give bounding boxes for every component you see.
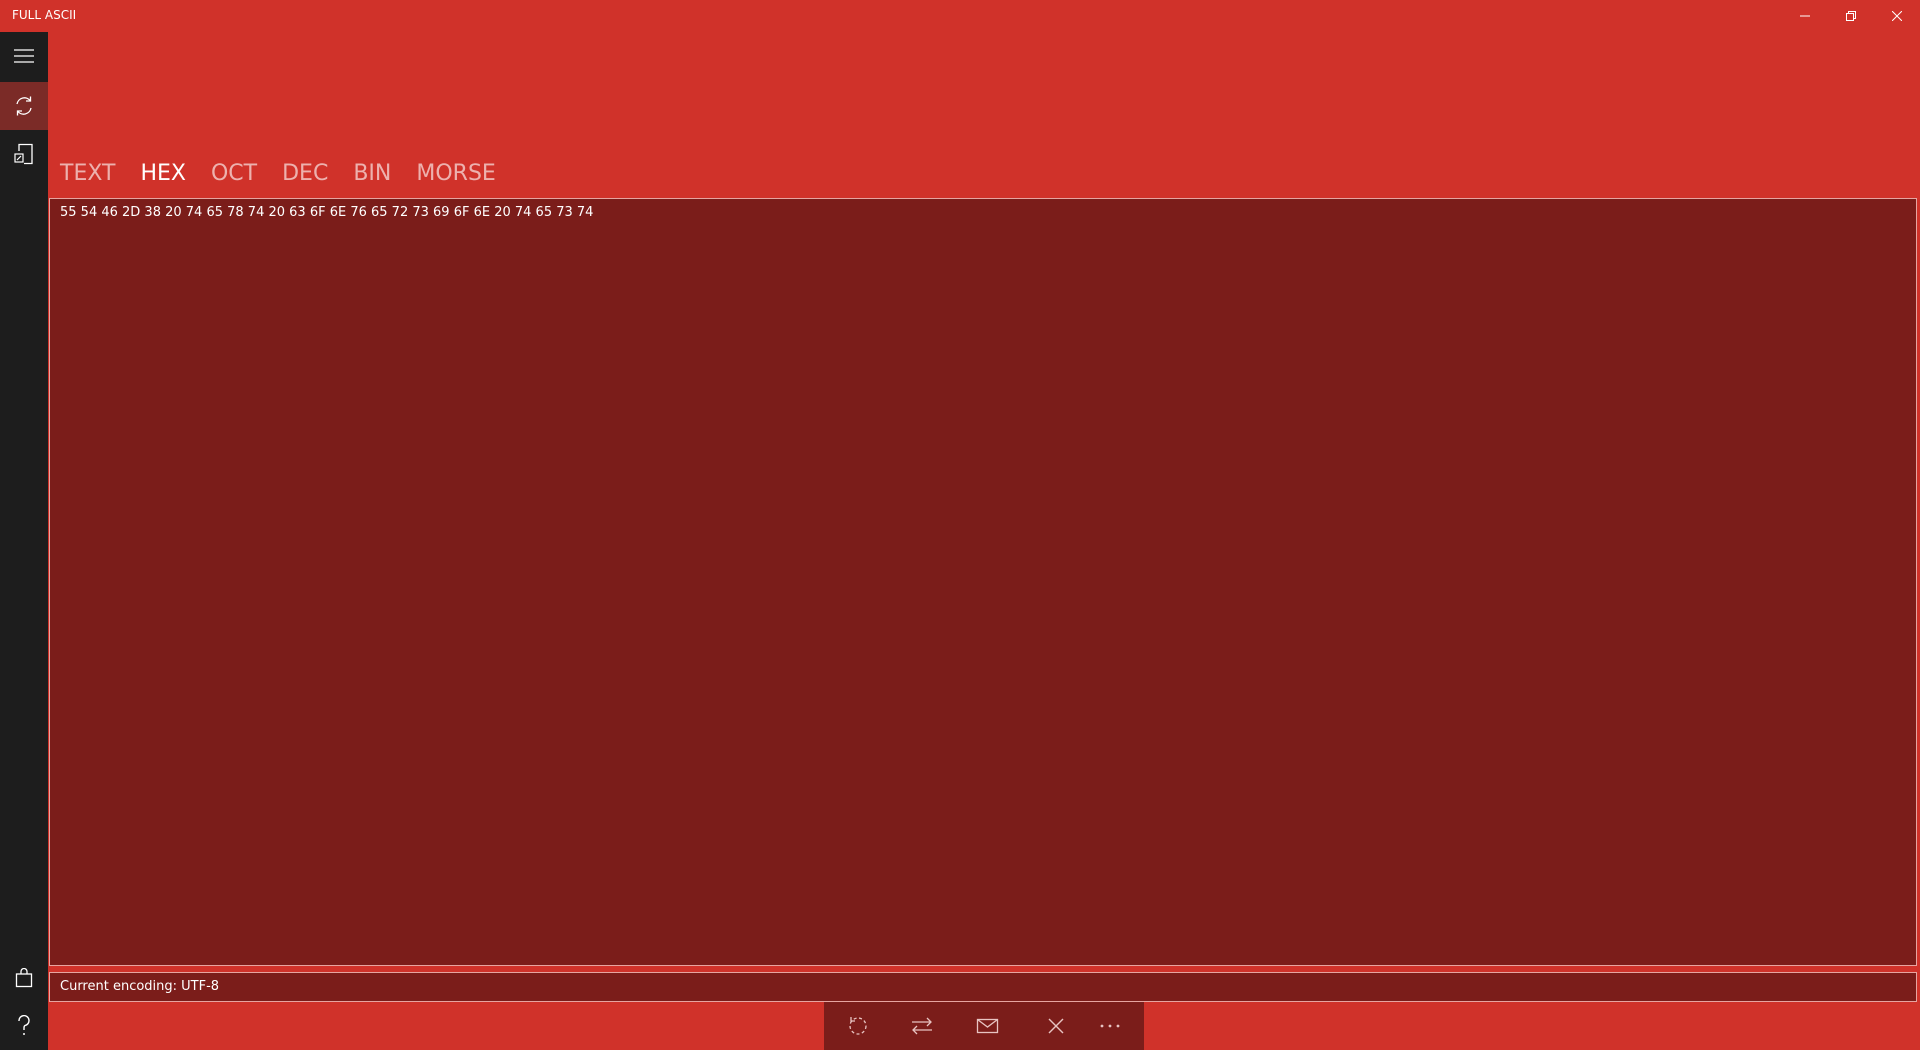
nav-menu-button[interactable] bbox=[0, 32, 48, 80]
store-bag-icon bbox=[15, 968, 33, 988]
nav-item-help[interactable] bbox=[0, 1002, 48, 1050]
close-window-icon bbox=[1892, 11, 1902, 21]
hamburger-menu-icon bbox=[14, 49, 34, 63]
convert-sync-icon bbox=[16, 96, 32, 116]
share-mail-button[interactable] bbox=[954, 1002, 1022, 1050]
encoding-label: Current encoding: UTF-8 bbox=[60, 979, 220, 994]
encoding-status-bar: Current encoding: UTF-8 bbox=[49, 972, 1917, 1002]
more-icon bbox=[1100, 1024, 1120, 1028]
output-text: 55 54 46 2D 38 20 74 65 78 74 20 63 6F 6… bbox=[60, 205, 594, 220]
format-tabs: TEXT HEX OCT DEC BIN MORSE bbox=[60, 158, 496, 190]
restore-icon bbox=[1846, 11, 1856, 21]
nav-rail bbox=[0, 32, 48, 1050]
nav-item-document[interactable] bbox=[0, 130, 48, 178]
tab-dec[interactable]: DEC bbox=[282, 158, 328, 190]
nav-item-store[interactable] bbox=[0, 954, 48, 1002]
close-window-button[interactable] bbox=[1874, 0, 1920, 32]
mail-icon bbox=[976, 1018, 999, 1034]
app-title: FULL ASCII bbox=[12, 8, 77, 22]
rotate-dashed-icon bbox=[849, 1017, 867, 1035]
swap-arrows-icon bbox=[912, 1017, 932, 1035]
title-bar: FULL ASCII bbox=[0, 0, 1920, 32]
tab-text[interactable]: TEXT bbox=[60, 158, 115, 190]
tab-morse[interactable]: MORSE bbox=[416, 158, 495, 190]
help-icon bbox=[18, 1015, 30, 1035]
command-bar bbox=[824, 1002, 1144, 1050]
close-icon bbox=[1048, 1018, 1064, 1034]
rotate-button[interactable] bbox=[824, 1002, 892, 1050]
tab-oct[interactable]: OCT bbox=[211, 158, 257, 190]
nav-item-convert[interactable] bbox=[0, 82, 48, 130]
minimize-button[interactable] bbox=[1782, 0, 1828, 32]
more-button[interactable] bbox=[1076, 1002, 1144, 1050]
swap-button[interactable] bbox=[888, 1002, 956, 1050]
app-window: FULL ASCII TEXT HEX OCT DEC BIN MORSE 55… bbox=[0, 0, 1920, 1050]
minimize-icon bbox=[1800, 15, 1810, 17]
restore-button[interactable] bbox=[1828, 0, 1874, 32]
document-icon bbox=[14, 143, 33, 165]
tab-bin[interactable]: BIN bbox=[353, 158, 391, 190]
tab-hex[interactable]: HEX bbox=[140, 158, 186, 190]
output-textbox[interactable]: 55 54 46 2D 38 20 74 65 78 74 20 63 6F 6… bbox=[49, 198, 1917, 966]
